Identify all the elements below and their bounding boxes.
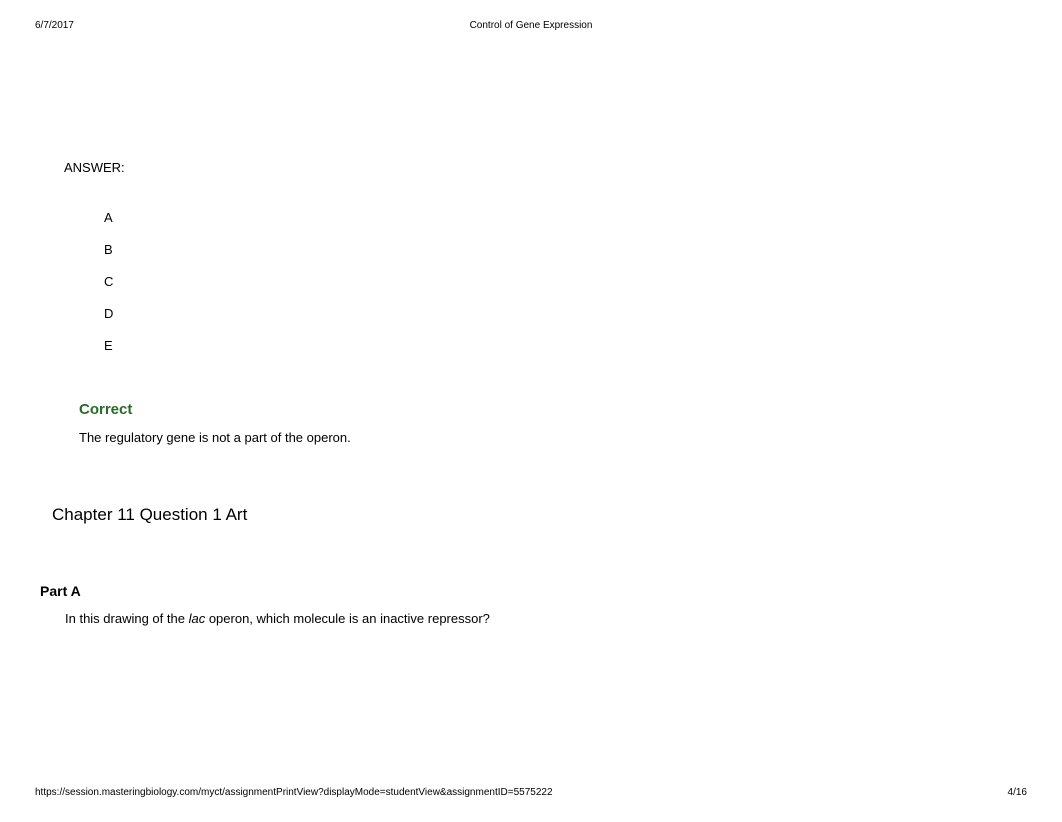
part-question: In this drawing of the lac operon, which… <box>65 611 1022 626</box>
footer-url: https://session.masteringbiology.com/myc… <box>35 787 553 798</box>
question-suffix: operon, which molecule is an inactive re… <box>205 611 490 626</box>
option-b: B <box>104 242 1022 257</box>
option-d: D <box>104 306 1022 321</box>
option-a: A <box>104 210 1022 225</box>
part-label: Part A <box>40 583 1022 599</box>
option-c: C <box>104 274 1022 289</box>
question-prefix: In this drawing of the <box>65 611 189 626</box>
header-date: 6/7/2017 <box>35 20 74 31</box>
content-area: ANSWER: A B C D E Correct The regulatory… <box>64 160 1022 626</box>
feedback-status: Correct <box>79 401 1022 418</box>
header-title: Control of Gene Expression <box>470 20 593 31</box>
part-section: Part A In this drawing of the lac operon… <box>40 583 1022 626</box>
answer-label: ANSWER: <box>64 160 1022 175</box>
feedback-section: Correct The regulatory gene is not a par… <box>79 401 1022 445</box>
option-e: E <box>104 338 1022 353</box>
feedback-explanation: The regulatory gene is not a part of the… <box>79 430 1022 445</box>
chapter-title: Chapter 11 Question 1 Art <box>52 505 1022 525</box>
footer-page: 4/16 <box>1008 787 1027 798</box>
question-italic: lac <box>189 611 206 626</box>
answer-options: A B C D E <box>104 210 1022 353</box>
